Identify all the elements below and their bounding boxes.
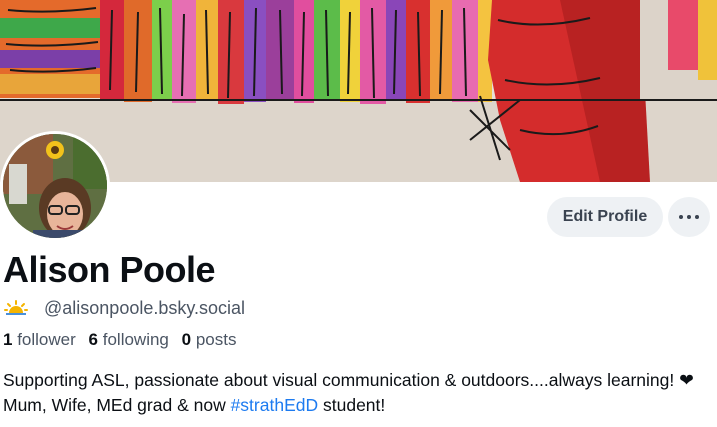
profile-handle: @alisonpoole.bsky.social [44,297,246,318]
bio-text-3: student! [318,395,386,415]
edit-profile-button[interactable]: Edit Profile [547,197,663,237]
posts-count: 0 [181,330,192,349]
banner-illustration [0,0,717,182]
posts-label: posts [195,330,237,349]
followers-count: 1 [3,330,13,349]
more-horizontal-icon [677,215,701,219]
bio-text-1: Supporting ASL, passionate about visual … [3,370,680,390]
posts-stat: 0 posts [182,330,237,349]
following-link[interactable]: 6 following [89,330,169,349]
avatar-photo [3,134,107,238]
profile-stats: 1 follower 6 following 0 posts [3,330,244,350]
hashtag-link[interactable]: #strathEdD [231,395,319,415]
followers-link[interactable]: 1 follower [3,330,76,349]
avatar[interactable] [0,131,110,241]
heart-icon: ❤ [679,370,694,390]
following-label: following [102,330,169,349]
handle-row: @alisonpoole.bsky.social [4,297,245,319]
profile-banner[interactable] [0,0,717,182]
followers-label: follower [17,330,76,349]
following-count: 6 [88,330,98,349]
profile-bio: Supporting ASL, passionate about visual … [3,368,715,418]
display-name: Alison Poole [3,249,216,290]
sunrise-icon [4,300,28,315]
more-options-button[interactable] [668,197,710,237]
bio-text-2: Mum, Wife, MEd grad & now [3,395,231,415]
